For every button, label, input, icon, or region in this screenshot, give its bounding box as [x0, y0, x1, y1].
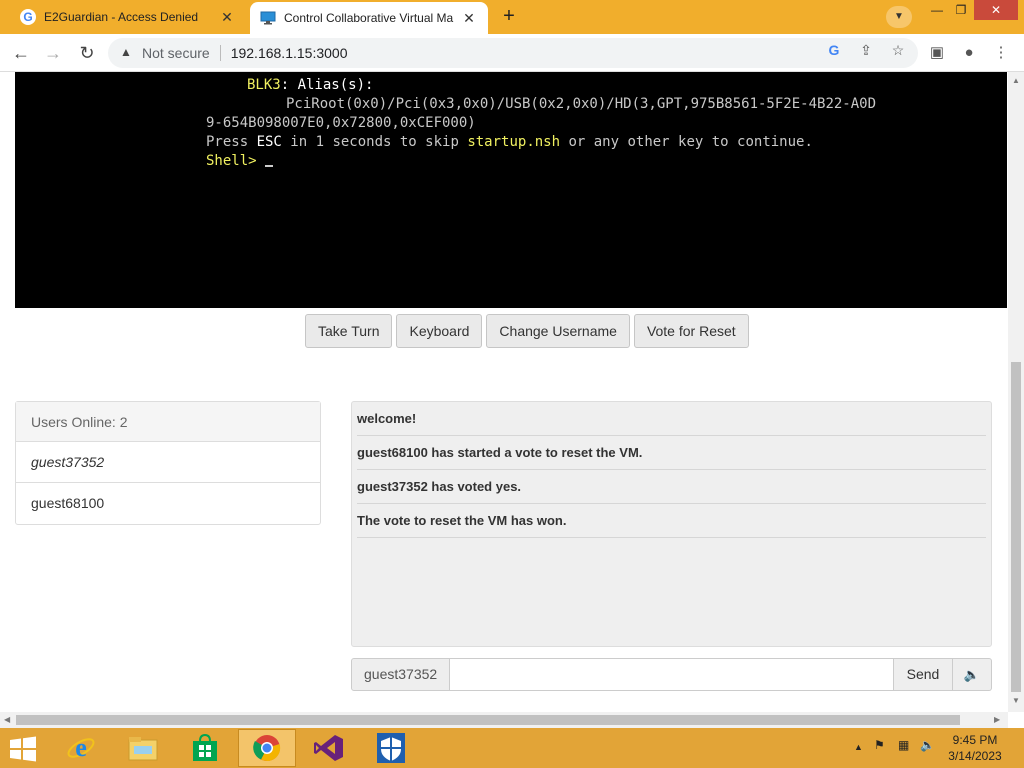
security-label[interactable]: Not secure	[142, 45, 210, 61]
side-panel-icon[interactable]: ▣	[926, 42, 948, 64]
chat-username-label: guest37352	[351, 658, 450, 691]
windows-start-icon[interactable]	[8, 736, 38, 762]
tab-title: Control Collaborative Virtual Ma	[284, 11, 454, 25]
scroll-thumb[interactable]	[1011, 362, 1021, 692]
tab-strip: G E2Guardian - Access Denied ✕ Control C…	[0, 0, 1024, 34]
vm-text: : Alias(s):	[280, 77, 374, 93]
chat-message: guest37352 has voted yes.	[357, 470, 986, 504]
tray-expand-icon[interactable]: ▲	[854, 742, 863, 752]
send-button[interactable]: Send	[894, 658, 953, 691]
chat-message: guest68100 has started a vote to reset t…	[357, 436, 986, 470]
close-icon[interactable]: ✕	[218, 9, 236, 26]
forward-arrow-icon[interactable]: →	[40, 40, 66, 66]
take-turn-button[interactable]: Take Turn	[305, 314, 393, 348]
vertical-scrollbar[interactable]: ▲ ▼	[1008, 72, 1024, 712]
google-g-icon: G	[20, 9, 36, 25]
action-center-flag-icon[interactable]: ⚑	[874, 738, 885, 752]
chat-log: welcome! guest68100 has started a vote t…	[351, 401, 992, 647]
visual-studio-icon[interactable]	[300, 729, 358, 767]
change-username-button[interactable]: Change Username	[486, 314, 630, 348]
chrome-icon[interactable]	[238, 729, 296, 767]
store-icon[interactable]	[176, 729, 234, 767]
vm-controls: Take Turn Keyboard Change Username Vote …	[305, 314, 749, 348]
keyboard-button[interactable]: Keyboard	[396, 314, 483, 348]
vm-text: PciRoot(0x0)/Pci(0x3,0x0)/USB(0x2,0x0)/H…	[286, 96, 877, 112]
users-online-panel: Users Online: 2 guest37352 guest68100	[15, 401, 321, 525]
google-lens-g-icon[interactable]: G	[824, 40, 844, 60]
back-arrow-icon[interactable]: ←	[8, 40, 34, 66]
windows-taskbar: e ▲ ⚑ ▦ 🔈 9:45 PM 3/14/2023	[0, 728, 1024, 768]
scroll-thumb[interactable]	[16, 715, 960, 725]
vm-cursor	[265, 165, 274, 167]
window-close-icon[interactable]: ✕	[974, 0, 1018, 20]
system-clock[interactable]: 9:45 PM 3/14/2023	[940, 732, 1010, 764]
vm-shell-prompt: Shell>	[206, 153, 266, 169]
divider	[219, 45, 221, 61]
user-list-item[interactable]: guest68100	[16, 483, 320, 524]
address-bar[interactable]: ▲ Not secure 192.168.1.15:3000	[108, 38, 918, 68]
network-icon[interactable]: ▦	[898, 738, 909, 752]
tab-e2guardian[interactable]: G E2Guardian - Access Denied ✕	[10, 2, 246, 32]
horizontal-scrollbar[interactable]: ◀ ▶	[0, 712, 1008, 728]
vm-text: or any other key to continue.	[560, 134, 813, 150]
kebab-menu-icon[interactable]: ⋮	[990, 42, 1012, 64]
speaker-icon[interactable]: 🔈	[920, 738, 935, 752]
tab-search-chevron-icon[interactable]: ▼	[886, 6, 912, 28]
maximize-icon[interactable]: ❐	[950, 0, 972, 20]
collabvm-page: BLK3: Alias(s): PciRoot(0x0)/Pci(0x3,0x0…	[0, 72, 1024, 712]
tab-title: E2Guardian - Access Denied	[44, 10, 199, 24]
svg-text:e: e	[75, 733, 87, 762]
scroll-up-icon[interactable]: ▲	[1012, 76, 1020, 85]
reload-icon[interactable]: ↻	[74, 40, 100, 66]
warning-triangle-icon[interactable]: ▲	[118, 45, 134, 61]
chat-message: welcome!	[357, 402, 986, 436]
vote-reset-button[interactable]: Vote for Reset	[633, 314, 749, 348]
chat-input-group: guest37352 Send 🔈	[351, 658, 992, 691]
vm-text: 9-654B098007E0,0x72800,0xCEF000)	[206, 115, 476, 131]
vm-text: in 1 seconds to skip	[281, 134, 468, 150]
close-icon[interactable]: ✕	[460, 10, 478, 27]
share-icon[interactable]: ⇪	[856, 40, 876, 60]
vm-display[interactable]: BLK3: Alias(s): PciRoot(0x0)/Pci(0x3,0x0…	[15, 72, 1007, 308]
shield-app-icon[interactable]	[362, 729, 420, 767]
tab-collabvm[interactable]: Control Collaborative Virtual Ma ✕	[250, 2, 488, 34]
vm-text: Press	[206, 134, 257, 150]
clock-date: 3/14/2023	[948, 749, 1002, 763]
scroll-left-icon[interactable]: ◀	[4, 715, 10, 724]
vm-text-esc: ESC	[256, 134, 282, 150]
file-explorer-icon[interactable]	[114, 729, 172, 767]
vm-device-name: BLK3	[247, 77, 281, 93]
profile-avatar-icon[interactable]: ●	[958, 42, 980, 64]
clock-time: 9:45 PM	[952, 733, 998, 747]
minimize-icon[interactable]: —	[926, 0, 948, 20]
users-online-header: Users Online: 2	[16, 402, 320, 442]
url-text[interactable]: 192.168.1.15:3000	[231, 45, 348, 61]
user-list-item[interactable]: guest37352	[16, 442, 320, 483]
internet-explorer-icon[interactable]: e	[52, 729, 110, 767]
chat-input[interactable]	[450, 658, 894, 691]
scroll-down-icon[interactable]: ▼	[1012, 696, 1020, 705]
volume-icon[interactable]: 🔈	[953, 658, 992, 691]
scroll-right-icon[interactable]: ▶	[994, 715, 1000, 724]
new-tab-button[interactable]: +	[496, 5, 522, 29]
vm-text-startup: startup.nsh	[467, 134, 561, 150]
bookmark-star-icon[interactable]: ☆	[888, 40, 908, 60]
chat-message: The vote to reset the VM has won.	[357, 504, 986, 538]
monitor-icon	[260, 10, 276, 26]
browser-toolbar: ← → ↻ ▲ Not secure 192.168.1.15:3000 G ⇪…	[0, 34, 1024, 72]
